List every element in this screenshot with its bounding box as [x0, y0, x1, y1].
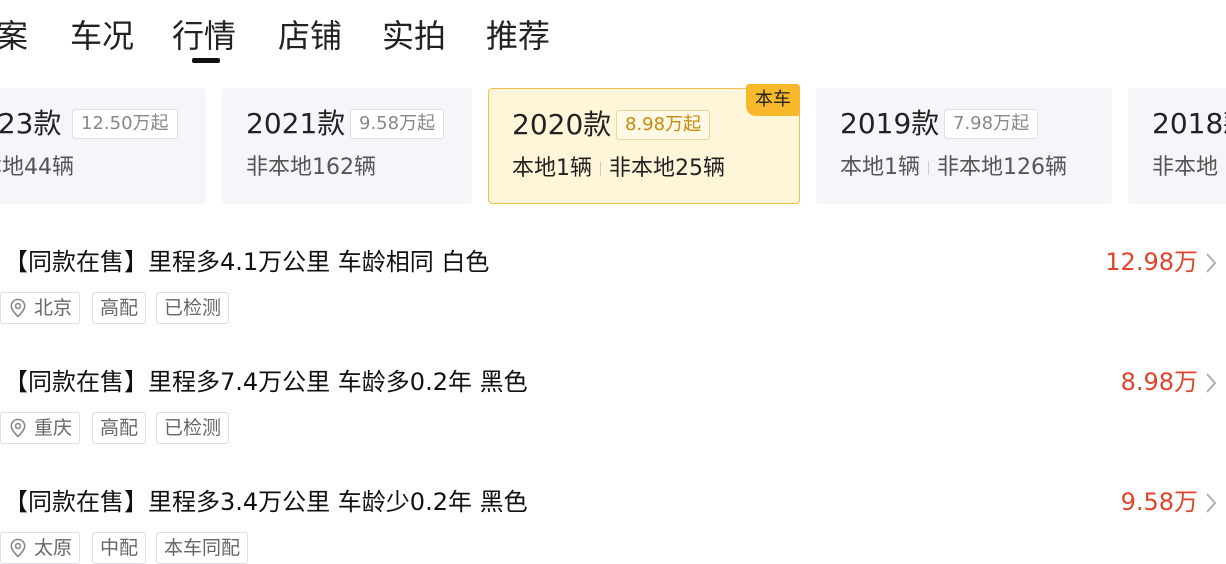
listing-title: 【同款在售】里程多7.4万公里 车龄多0.2年 黑色	[4, 368, 528, 396]
year-name: 2020款	[512, 108, 612, 141]
year-stock: 本地1辆 非本地25辆	[512, 153, 725, 185]
nonlocal-stock: 非本地25辆	[609, 156, 725, 181]
year-card-2019[interactable]: 2019款 7.98万起 本地1辆 非本地126辆	[816, 88, 1112, 204]
year-name: 2018款	[1152, 107, 1226, 140]
tab-archive[interactable]: 案	[0, 14, 28, 58]
listing-price: 9.58万	[1120, 488, 1198, 516]
chevron-right-icon	[1206, 373, 1217, 393]
chevron-right-icon	[1206, 253, 1217, 273]
city-tag: 重庆	[0, 412, 81, 444]
year-name: 023款	[0, 107, 62, 140]
location-pin-icon	[10, 298, 26, 318]
local-stock: 本地1辆	[512, 156, 592, 181]
year-stock: 非本地162辆	[246, 155, 376, 180]
location-pin-icon	[10, 418, 26, 438]
city-tag: 北京	[0, 292, 81, 324]
tab-shop[interactable]: 店铺	[278, 14, 342, 58]
divider	[600, 162, 601, 176]
year-stock: 本地1辆 非本地126辆	[840, 152, 1067, 184]
year-card-2018[interactable]: 2018款 非本地	[1128, 88, 1226, 204]
nonlocal-stock: 非本地126辆	[937, 155, 1067, 180]
current-car-badge: 本车	[746, 84, 800, 116]
chevron-right-icon	[1206, 493, 1217, 513]
listing-item[interactable]: 【同款在售】里程多3.4万公里 车龄少0.2年 黑色 9.58万 太原 中配 本…	[0, 484, 1226, 564]
listing-item[interactable]: 【同款在售】里程多7.4万公里 车龄多0.2年 黑色 8.98万 重庆 高配 已…	[0, 364, 1226, 484]
local-stock: 本地1辆	[840, 155, 920, 180]
city-tag: 太原	[0, 532, 81, 564]
year-name: 2021款	[246, 107, 346, 140]
city-label: 北京	[34, 297, 73, 319]
config-tag: 中配	[92, 532, 147, 564]
status-tag: 本车同配	[156, 532, 249, 564]
tab-condition[interactable]: 车况	[70, 14, 134, 58]
config-tag: 高配	[92, 292, 147, 324]
city-label: 重庆	[34, 417, 73, 439]
year-price: 7.98万起	[944, 109, 1039, 139]
listing-title: 【同款在售】里程多3.4万公里 车龄少0.2年 黑色	[4, 488, 528, 516]
year-price: 12.50万起	[72, 109, 178, 139]
year-card-2023[interactable]: 023款 12.50万起 本地44辆	[0, 88, 206, 204]
listing-price: 8.98万	[1120, 368, 1198, 396]
year-stock: 本地44辆	[0, 155, 74, 180]
year-name: 2019款	[840, 107, 940, 140]
year-price: 8.98万起	[616, 110, 711, 140]
year-card-2021[interactable]: 2021款 9.58万起 非本地162辆	[222, 88, 472, 204]
tab-photos[interactable]: 实拍	[382, 14, 446, 58]
divider	[928, 161, 929, 175]
status-tag: 已检测	[156, 412, 230, 444]
config-tag: 高配	[92, 412, 147, 444]
listing-item[interactable]: 【同款在售】里程多4.1万公里 车龄相同 白色 12.98万 北京 高配 已检测	[0, 244, 1226, 364]
tab-bar: 案 车况 行情 店铺 实拍 推荐	[0, 0, 1226, 76]
location-pin-icon	[10, 538, 26, 558]
tab-recommend[interactable]: 推荐	[486, 14, 550, 58]
year-stock: 非本地	[1152, 155, 1219, 180]
status-tag: 已检测	[156, 292, 230, 324]
model-year-strip[interactable]: 023款 12.50万起 本地44辆 2021款 9.58万起 非本地162辆 …	[0, 88, 1226, 204]
listing-price: 12.98万	[1105, 248, 1198, 276]
tab-market[interactable]: 行情	[172, 14, 236, 58]
listing-title: 【同款在售】里程多4.1万公里 车龄相同 白色	[4, 248, 490, 276]
city-label: 太原	[34, 537, 73, 559]
year-price: 9.58万起	[350, 109, 445, 139]
active-tab-indicator	[192, 58, 220, 63]
